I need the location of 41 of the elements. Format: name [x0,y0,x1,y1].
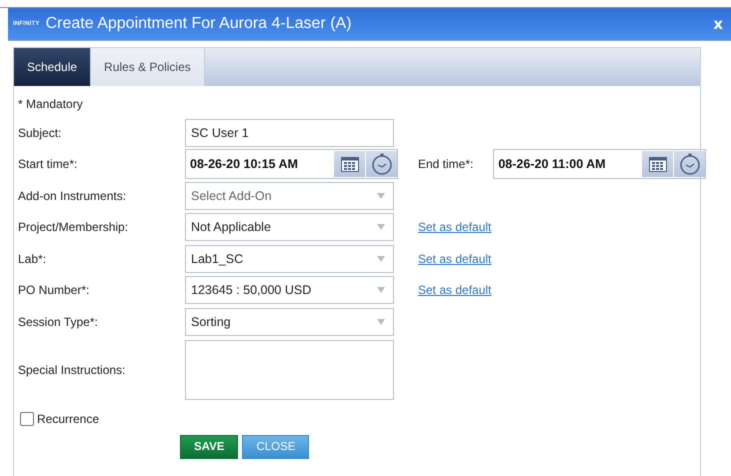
clock-button[interactable] [674,151,706,178]
save-button[interactable]: SAVE [180,434,238,458]
dropdown[interactable]: Lab1_SC [185,244,394,273]
calendar-button[interactable] [642,151,674,178]
tab[interactable]: Rules & Policies [91,48,205,86]
dropdown[interactable]: Sorting [185,308,394,336]
window-title: Create Appointment For Aurora 4-Laser (A) [46,15,353,33]
calendar-icon [648,156,667,172]
caret-icon [377,287,385,294]
set-default-link[interactable]: Set as default [418,283,492,298]
set-default-link[interactable]: Set as default [418,252,492,266]
field-label: Lab*: [18,252,48,266]
datetime-field[interactable]: 08-26-20 11:00 AM [493,149,706,180]
clock-icon [370,153,392,176]
field-label: Start time*: [18,157,78,172]
dismiss-x-button[interactable]: x [711,15,725,33]
dropdown[interactable]: 123645 : 50,000 USD [185,276,394,304]
tab[interactable]: Schedule [14,48,92,86]
calendar-button[interactable] [334,151,365,178]
field-label: Special Instructions: [18,362,126,376]
checkbox-label: Recurrence [37,412,100,426]
mandatory-note: * Mandatory [18,97,84,111]
field-label: End time*: [418,157,474,172]
dropdown[interactable]: Not Applicable [185,213,394,242]
datetime-field[interactable]: 08-26-20 10:15 AM [185,149,398,180]
dropdown[interactable]: Select Add-On [185,182,394,210]
caret-icon [377,318,385,325]
field-label: Project/Membership: [18,220,130,234]
field-label: Add-on Instruments: [18,188,128,203]
field-label: Session Type*: [18,314,99,329]
field-label: PO Number*: [18,283,90,298]
clock-button[interactable] [366,151,397,178]
input-field[interactable]: SC User 1 [185,118,394,147]
checkbox[interactable] [20,412,34,426]
calendar-icon [340,156,358,172]
set-default-link[interactable]: Set as default [418,220,492,234]
clock-icon [678,153,701,176]
field-label: Subject: [18,126,62,140]
caret-icon [377,224,385,230]
caret-icon [377,256,385,262]
caret-icon [377,192,385,199]
